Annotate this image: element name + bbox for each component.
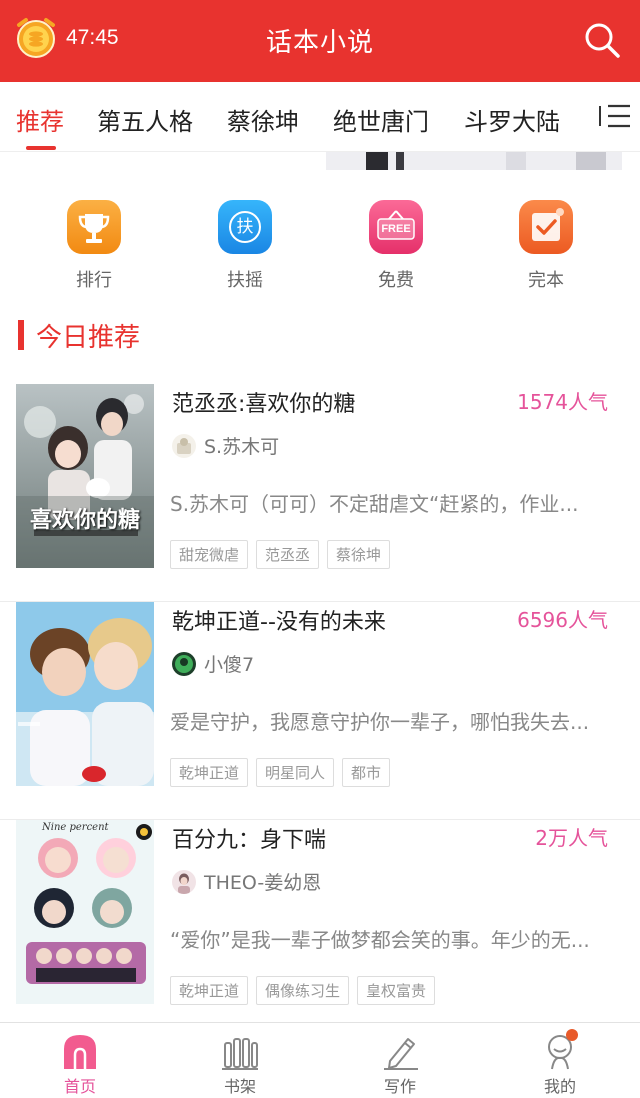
tab-douluo-dalu[interactable]: 斗罗大陆 (464, 102, 560, 137)
nav-bookshelf[interactable]: 书架 (190, 1031, 290, 1097)
quick-entry-fuyao[interactable]: 扶 扶摇 (185, 200, 305, 292)
book-tag[interactable]: 甜宠微虐 (170, 540, 249, 569)
book-author[interactable]: THEO-姜幼恩 (172, 868, 321, 895)
book-cover-image[interactable]: Nine percent (16, 820, 154, 1004)
free-icon-text: FREE (381, 223, 411, 235)
banner-image[interactable] (326, 152, 622, 170)
tab-recommend[interactable]: 推荐 (16, 102, 64, 137)
author-avatar (172, 651, 196, 676)
search-icon[interactable] (582, 20, 622, 60)
quick-entry-completed[interactable]: 完本 (486, 200, 606, 292)
nav-write-label: 写作 (383, 1077, 416, 1096)
quick-entry-ranking[interactable]: 排行 (34, 200, 154, 292)
book-tags: 甜宠微虐 范丞丞 蔡徐坤 (170, 540, 398, 569)
author-name: 小傻7 (204, 654, 255, 676)
quick-entry-label: 完本 (528, 270, 564, 291)
book-popularity: 2万人气 (535, 826, 608, 850)
book-cover-image[interactable]: 喜欢你的糖 (16, 384, 154, 568)
book-description: 爱是守护，我愿意守护你一辈子，哪怕我失去... (170, 710, 590, 734)
book-card[interactable]: Nine percent 百分九：身下喘 2万人气 THEO-姜幼恩 “爱你”是… (0, 820, 640, 1038)
author-avatar (172, 433, 196, 458)
book-card[interactable]: 乾坤正道--没有的未来 6596人气 小傻7 爱是守护，我愿意守护你一辈子，哪怕… (0, 602, 640, 820)
book-author[interactable]: S.苏木可 (172, 432, 279, 459)
cover-title-text: Nine percent (42, 822, 109, 833)
trophy-icon (67, 200, 121, 254)
book-description: “爱你”是我一辈子做梦都会笑的事。年少的无... (170, 928, 590, 952)
nav-write[interactable]: 写作 (350, 1031, 450, 1097)
nav-bookshelf-label: 书架 (223, 1077, 256, 1096)
author-avatar (172, 869, 196, 894)
book-author[interactable]: 小傻7 (172, 650, 254, 677)
quick-entry-free[interactable]: FREE 免费 (336, 200, 456, 292)
book-title[interactable]: 范丞丞:喜欢你的糖 (172, 386, 355, 418)
section-title: 今日推荐 (36, 322, 141, 353)
book-tag[interactable]: 乾坤正道 (170, 758, 249, 787)
bookshelf-icon (220, 1031, 260, 1071)
book-tag[interactable]: 蔡徐坤 (327, 540, 391, 569)
quick-entry-label: 扶摇 (227, 270, 263, 291)
nav-home-label: 首页 (63, 1077, 96, 1096)
active-tab-indicator (26, 146, 56, 150)
fuyao-icon: 扶 (218, 200, 272, 254)
category-tabs: 推荐 第五人格 蔡徐坤 绝世唐门 斗罗大陆 (0, 82, 640, 152)
tab-jueshi-tangmen[interactable]: 绝世唐门 (333, 102, 429, 137)
notification-dot (566, 1029, 578, 1041)
book-popularity: 6596人气 (517, 608, 608, 632)
book-cover-image[interactable] (16, 602, 154, 786)
book-title[interactable]: 乾坤正道--没有的未来 (172, 604, 386, 636)
book-card[interactable]: 喜欢你的糖 范丞丞:喜欢你的糖 1574人气 S.苏木可 S.苏木可（可可）不定… (0, 384, 640, 602)
quick-entry-label: 排行 (76, 270, 112, 291)
tab-identity-v[interactable]: 第五人格 (97, 102, 193, 137)
cover-subtitle-strip (34, 530, 138, 536)
profile-icon (540, 1029, 580, 1071)
free-icon: FREE (369, 200, 423, 254)
nav-me-label: 我的 (543, 1077, 576, 1096)
section-accent-bar (18, 320, 24, 350)
nav-me[interactable]: 我的 (510, 1029, 610, 1097)
book-tag[interactable]: 皇权富贵 (357, 976, 436, 1005)
bottom-navigation: 首页 书架 写作 我的 (0, 1022, 640, 1098)
book-tags: 乾坤正道 明星同人 都市 (170, 758, 398, 787)
book-tag[interactable]: 范丞丞 (256, 540, 320, 569)
book-tags: 乾坤正道 偶像练习生 皇权富贵 (170, 976, 443, 1005)
book-tag[interactable]: 明星同人 (256, 758, 335, 787)
book-title[interactable]: 百分九：身下喘 (172, 822, 326, 854)
book-tag[interactable]: 都市 (342, 758, 391, 787)
author-name: S.苏木可 (204, 436, 280, 458)
tab-menu-icon[interactable] (598, 100, 634, 132)
nav-home[interactable]: 首页 (30, 1031, 130, 1097)
section-header: 今日推荐 (18, 318, 141, 353)
author-name: THEO-姜幼恩 (204, 872, 322, 894)
pencil-icon (380, 1031, 420, 1071)
tab-cai-xukun[interactable]: 蔡徐坤 (227, 102, 299, 137)
checkmark-icon (519, 200, 573, 254)
quick-entry-label: 免费 (378, 270, 414, 291)
home-icon (60, 1031, 100, 1071)
book-tag[interactable]: 偶像练习生 (256, 976, 350, 1005)
fuyao-icon-text: 扶 (229, 211, 261, 243)
book-description: S.苏木可（可可）不定甜虐文“赶紧的，作业... (170, 492, 579, 516)
book-tag[interactable]: 乾坤正道 (170, 976, 249, 1005)
app-header: 47:45 话本小说 (0, 0, 640, 82)
app-title: 话本小说 (265, 28, 374, 58)
book-popularity: 1574人气 (517, 390, 608, 414)
